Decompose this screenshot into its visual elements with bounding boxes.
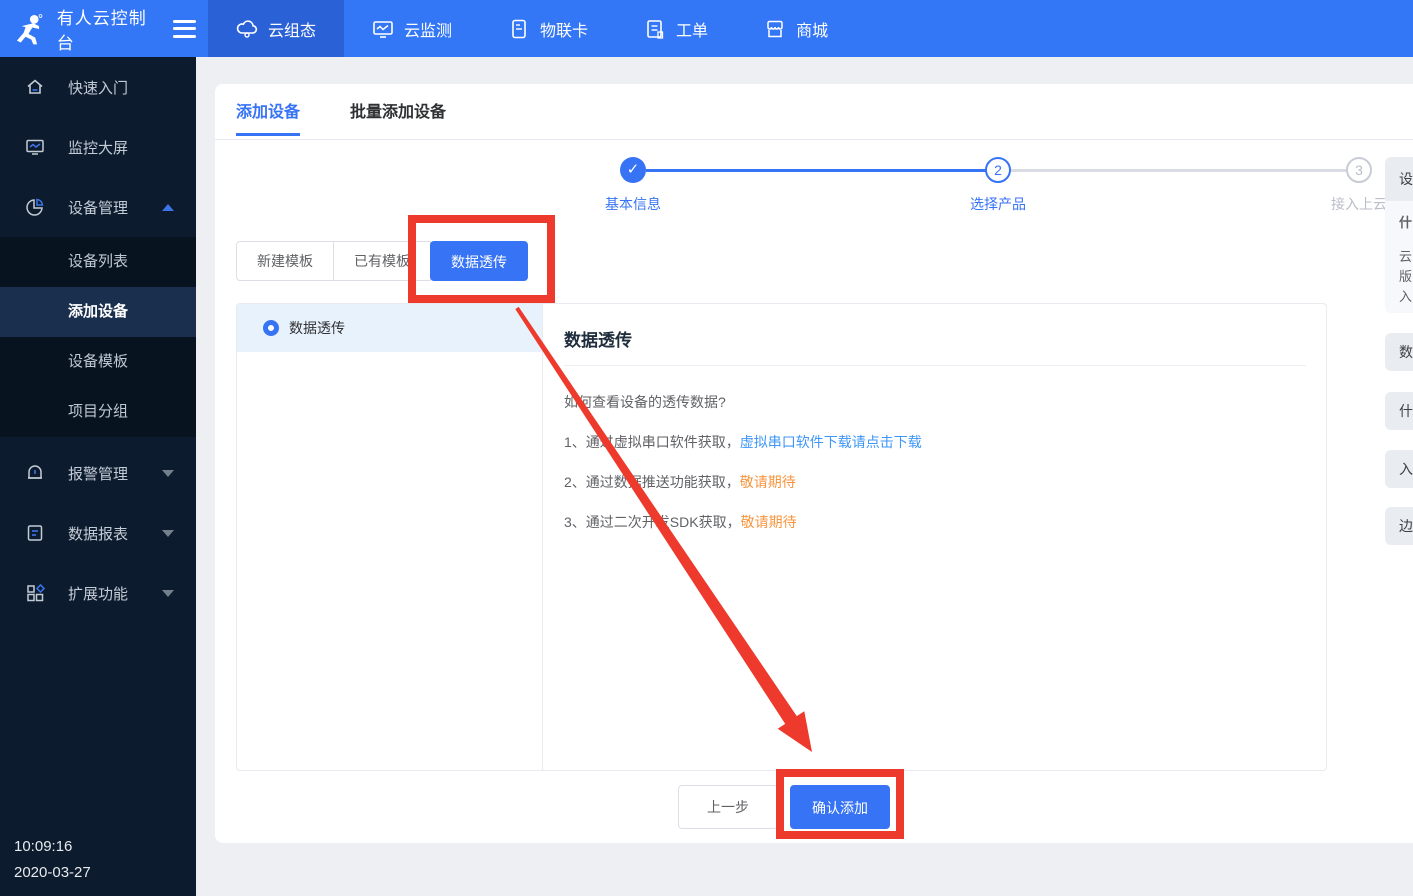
chevron-down-icon (162, 589, 174, 597)
monitor-chart-icon (373, 20, 393, 38)
template-btn-passthrough[interactable]: 数据透传 (430, 241, 528, 281)
tab-batch-add-device[interactable]: 批量添加设备 (350, 98, 446, 122)
sidebar: 快速入门 监控大屏 设备管理 设备列表 添加设备 设备模板 项目分组 报警管理 (0, 57, 196, 896)
stepper-line-done (646, 169, 986, 172)
help-collapsed-item[interactable]: 什 (1385, 392, 1413, 430)
divider (564, 365, 1306, 366)
sidebar-item-monitor-screen[interactable]: 监控大屏 (0, 117, 196, 177)
chevron-down-icon (162, 469, 174, 477)
page-tabs: 添加设备 批量添加设备 (215, 84, 1413, 140)
report-icon (24, 522, 46, 544)
nav-item-label: 物联卡 (540, 22, 589, 40)
nav-item-work-order[interactable]: 工单 (616, 0, 736, 57)
item-text: 3、通过二次开发SDK获取， (564, 514, 741, 530)
detail-item-3: 3、通过二次开发SDK获取，敬请期待 (564, 512, 797, 532)
radio-selected-icon[interactable] (263, 320, 279, 336)
sidebar-item-label: 扩展功能 (68, 585, 129, 603)
pie-chart-icon (24, 196, 46, 218)
detail-item-1: 1、通过虚拟串口软件获取，虚拟串口软件下载请点击下载 (564, 432, 922, 452)
template-type-group: 新建模板 已有模板 数据透传 (236, 241, 528, 281)
help-line: 什 (1399, 215, 1413, 230)
device-management-submenu: 设备列表 添加设备 设备模板 项目分组 (0, 237, 196, 437)
help-collapsed-item[interactable]: 数 (1385, 333, 1413, 371)
check-icon: ✓ (626, 161, 640, 178)
usr-logo-icon (16, 13, 43, 44)
help-line: 版 (1399, 269, 1413, 284)
detail-title: 数据透传 (564, 331, 632, 350)
sidebar-item-label: 快速入门 (68, 79, 129, 97)
sidebar-item-label: 报警管理 (68, 465, 129, 483)
brand-title: 有人云控制台 (56, 8, 147, 53)
sidebar-item-alarm-management[interactable]: 报警管理 (0, 443, 196, 503)
product-list: 数据透传 (237, 304, 543, 770)
step-1-circle: ✓ (620, 157, 646, 183)
list-item-passthrough[interactable]: 数据透传 (237, 304, 542, 352)
help-collapsed-item[interactable]: 边 (1385, 507, 1413, 545)
alarm-bell-icon (24, 462, 46, 484)
product-selection-panel: 数据透传 数据透传 如何查看设备的透传数据? 1、通过虚拟串口软件获取，虚拟串口… (236, 303, 1327, 771)
help-line: 入 (1399, 289, 1413, 304)
step-2-circle: 2 (985, 157, 1011, 183)
help-card-body: 什 云 版 入 (1385, 201, 1413, 313)
big-screen-icon (24, 136, 46, 158)
sidebar-item-label: 数据报表 (68, 525, 129, 543)
work-order-icon (647, 19, 664, 39)
chevron-up-icon (162, 203, 174, 211)
main-content-card: 添加设备 批量添加设备 ✓ 2 3 基本信息 选择产品 接入上云 新建模板 已有… (215, 84, 1413, 843)
product-detail: 数据透传 如何查看设备的透传数据? 1、通过虚拟串口软件获取，虚拟串口软件下载请… (544, 304, 1326, 770)
grid-apps-icon (24, 582, 46, 604)
nav-item-iot-sim[interactable]: 物联卡 (480, 0, 616, 57)
item-text: 1、通过虚拟串口软件获取， (564, 434, 740, 450)
sidebar-item-label: 监控大屏 (68, 139, 129, 157)
sidebar-item-data-report[interactable]: 数据报表 (0, 503, 196, 563)
nav-item-label: 工单 (676, 22, 709, 40)
submenu-item-project-group[interactable]: 项目分组 (0, 387, 196, 437)
top-navigation-bar: 有人云控制台 云组态 云监测 物联卡 工单 商城 (0, 0, 1413, 57)
brand-area[interactable]: 有人云控制台 (0, 0, 196, 57)
sidebar-item-device-management[interactable]: 设备管理 (0, 177, 196, 237)
previous-step-button[interactable]: 上一步 (678, 785, 778, 829)
menu-toggle-icon[interactable] (172, 19, 196, 38)
download-link[interactable]: 虚拟串口软件下载请点击下载 (740, 434, 922, 450)
sidebar-item-extensions[interactable]: 扩展功能 (0, 563, 196, 623)
nav-item-label: 云监测 (404, 22, 453, 40)
tab-add-device[interactable]: 添加设备 (236, 98, 301, 136)
sim-card-icon (512, 19, 526, 38)
app-root: 有人云控制台 云组态 云监测 物联卡 工单 商城 快速入门 监控大屏 设备管理 … (0, 0, 1413, 896)
stepper-line-pending (1011, 169, 1347, 172)
storefront-icon (767, 20, 783, 37)
cloud-icon (236, 19, 258, 38)
home-icon (24, 76, 46, 98)
help-card-header[interactable]: 设 (1385, 157, 1413, 201)
sidebar-item-quick-start[interactable]: 快速入门 (0, 57, 196, 117)
chevron-down-icon (162, 529, 174, 537)
template-btn-new[interactable]: 新建模板 (236, 241, 334, 281)
step-2-label: 选择产品 (970, 196, 1026, 212)
nav-item-cloud-monitor[interactable]: 云监测 (344, 0, 480, 57)
detail-item-2: 2、通过数据推送功能获取，敬请期待 (564, 472, 796, 492)
clock-date: 2020-03-27 (14, 864, 91, 881)
list-item-label: 数据透传 (289, 320, 345, 336)
submenu-item-add-device[interactable]: 添加设备 (0, 287, 196, 337)
nav-item-label: 云组态 (268, 22, 317, 40)
top-nav-menu: 云组态 云监测 物联卡 工单 商城 (208, 0, 856, 57)
help-collapsed-item[interactable]: 入 (1385, 450, 1413, 488)
submenu-item-device-list[interactable]: 设备列表 (0, 237, 196, 287)
nav-item-mall[interactable]: 商城 (736, 0, 856, 57)
step-1-label: 基本信息 (605, 196, 661, 212)
nav-item-label: 商城 (796, 22, 829, 40)
pending-badge: 敬请期待 (739, 474, 796, 490)
sidebar-item-label: 设备管理 (68, 199, 129, 217)
template-btn-existing[interactable]: 已有模板 (333, 241, 431, 281)
confirm-add-button[interactable]: 确认添加 (790, 785, 890, 829)
detail-question: 如何查看设备的透传数据? (564, 394, 726, 410)
pending-badge: 敬请期待 (740, 514, 797, 530)
nav-item-cloud-scada[interactable]: 云组态 (208, 0, 345, 57)
step-3-circle: 3 (1346, 157, 1372, 183)
clock-time: 10:09:16 (14, 838, 73, 855)
item-text: 2、通过数据推送功能获取， (564, 474, 740, 490)
help-line: 云 (1399, 249, 1413, 264)
submenu-item-device-template[interactable]: 设备模板 (0, 337, 196, 387)
sidebar-clock: 10:09:16 2020-03-27 (14, 834, 91, 886)
